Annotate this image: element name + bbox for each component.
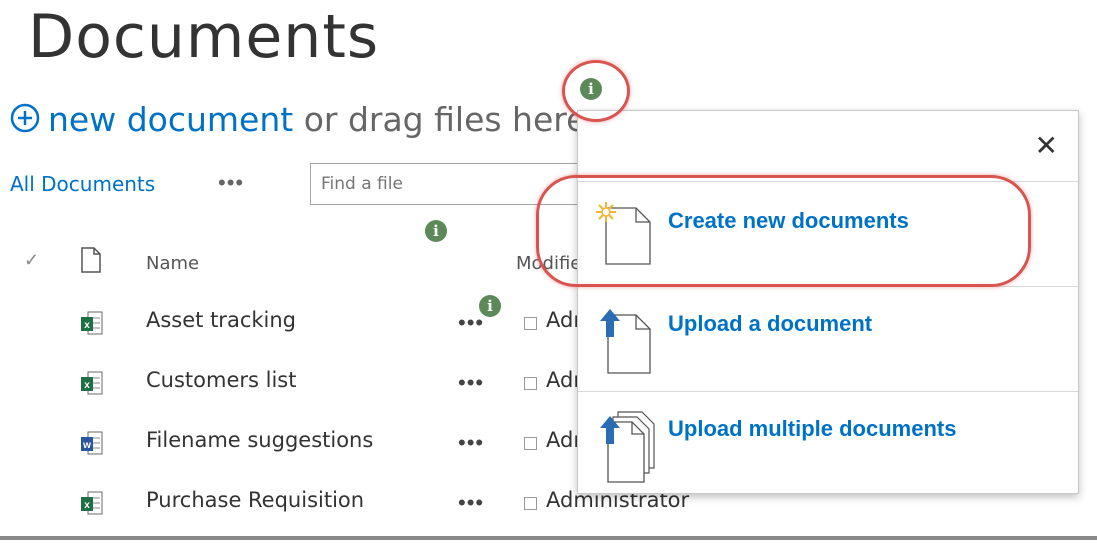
new-document-callout: ✕ Create new documents Upload a document… (577, 110, 1079, 494)
add-circle-icon[interactable] (10, 102, 40, 141)
file-type-header-icon (80, 246, 102, 279)
new-document-link[interactable]: new document (48, 100, 293, 139)
row-name[interactable]: Customers list (146, 368, 296, 392)
info-icon[interactable]: i (479, 295, 501, 317)
view-all-documents[interactable]: All Documents (10, 172, 155, 196)
row-checkbox[interactable] (524, 377, 537, 390)
highlight-ring (536, 175, 1031, 287)
upload-multiple-documents-label[interactable]: Upload multiple documents (668, 416, 956, 442)
row-checkbox[interactable] (524, 497, 537, 510)
select-all-check[interactable]: ✓ (24, 250, 39, 271)
column-header-name[interactable]: Name (146, 253, 199, 274)
view-more-button[interactable]: ••• (218, 170, 244, 196)
upload-document-icon (596, 305, 652, 380)
bottom-border (0, 536, 1097, 540)
row-more-button[interactable]: ••• (458, 370, 484, 396)
word-icon: w (80, 430, 104, 461)
svg-text:w: w (82, 440, 91, 451)
excel-icon: x (80, 490, 104, 521)
row-more-button[interactable]: ••• (458, 430, 484, 456)
upload-multiple-documents-item[interactable]: Upload multiple documents (578, 392, 1078, 492)
excel-icon: x (80, 370, 104, 401)
row-checkbox[interactable] (524, 317, 537, 330)
svg-text:x: x (84, 380, 90, 391)
svg-text:x: x (84, 320, 90, 331)
drag-files-hint: or drag files here (293, 100, 587, 139)
info-icon[interactable]: i (425, 220, 447, 242)
row-name[interactable]: Filename suggestions (146, 428, 373, 452)
svg-text:x: x (84, 500, 90, 511)
document-list: x Asset tracking ••• i Administrator x C… (0, 295, 689, 540)
upload-multiple-documents-icon (596, 402, 660, 491)
info-icon[interactable]: i (580, 78, 602, 100)
upload-document-label[interactable]: Upload a document (668, 311, 872, 337)
row-checkbox[interactable] (524, 437, 537, 450)
close-icon[interactable]: ✕ (1035, 129, 1058, 162)
excel-icon: x (80, 310, 104, 341)
row-name[interactable]: Purchase Requisition (146, 488, 364, 512)
new-document-bar: new document or drag files here (10, 100, 586, 141)
row-more-button[interactable]: ••• (458, 310, 484, 336)
row-more-button[interactable]: ••• (458, 490, 484, 516)
row-name[interactable]: Asset tracking (146, 308, 296, 332)
page-title: Documents (28, 2, 380, 72)
upload-document-item[interactable]: Upload a document (578, 287, 1078, 391)
